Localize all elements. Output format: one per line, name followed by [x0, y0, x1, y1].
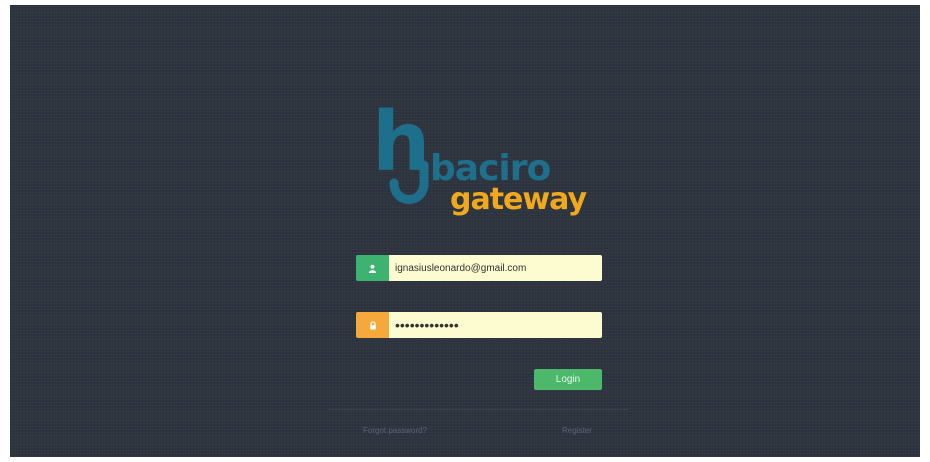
logo-line2: gateway	[450, 182, 587, 217]
email-input[interactable]	[389, 255, 602, 281]
lock-icon	[356, 312, 389, 338]
login-button[interactable]: Login	[534, 369, 602, 390]
baciro-gateway-logo: h baciro gateway	[372, 105, 588, 217]
user-icon	[356, 255, 389, 281]
email-field	[356, 255, 602, 281]
footer-divider	[328, 409, 628, 410]
password-input[interactable]	[389, 312, 602, 338]
register-link[interactable]: Register	[562, 426, 592, 435]
login-page: h baciro gateway Login Forgot password? …	[10, 5, 920, 457]
forgot-password-link[interactable]: Forgot password?	[363, 426, 427, 435]
password-field	[356, 312, 602, 338]
